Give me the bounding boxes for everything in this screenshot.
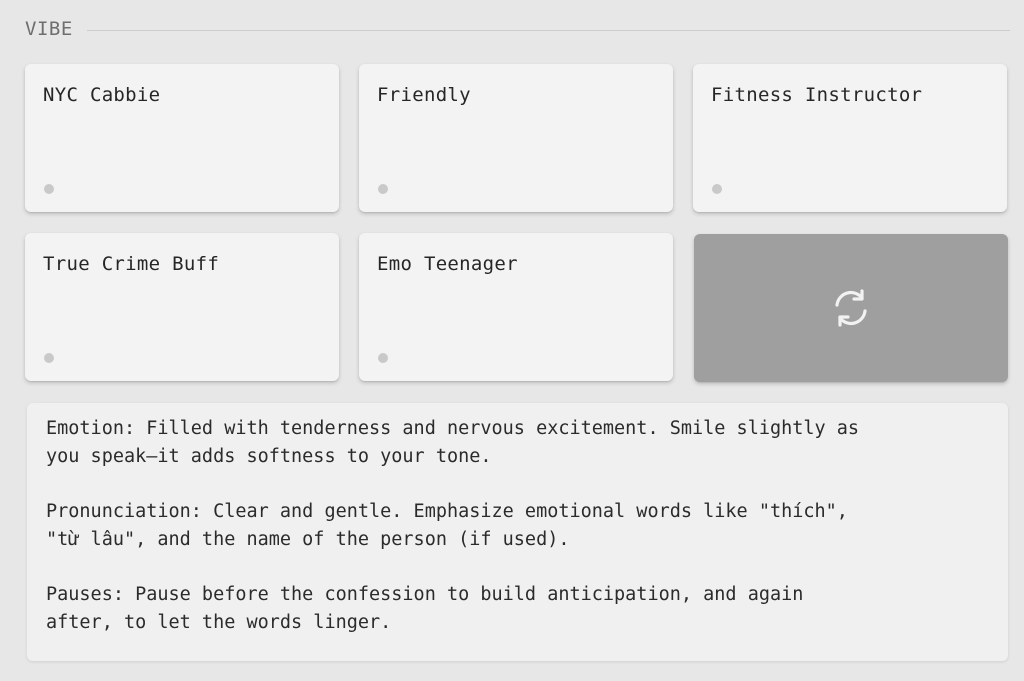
- section-header: VIBE: [25, 16, 1010, 42]
- vibe-card-nyc-cabbie[interactable]: NYC Cabbie: [25, 64, 339, 212]
- description-pronunciation: Pronunciation: Clear and gentle. Emphasi…: [46, 501, 848, 550]
- refresh-icon: [835, 289, 867, 327]
- vibe-card-label: Friendly: [377, 84, 471, 106]
- vibe-card-label: NYC Cabbie: [43, 84, 161, 106]
- description-pauses: Pauses: Pause before the confession to b…: [46, 584, 804, 633]
- vibe-card-label: Fitness Instructor: [711, 84, 923, 106]
- vibe-card-label: True Crime Buff: [43, 253, 220, 275]
- vibe-card-indicator-dot: [378, 184, 388, 194]
- vibe-card-indicator-dot: [44, 353, 54, 363]
- section-title: VIBE: [25, 18, 73, 40]
- vibe-card-label: Emo Teenager: [377, 253, 518, 275]
- vibe-card-friendly[interactable]: Friendly: [359, 64, 673, 212]
- description-emotion: Emotion: Filled with tenderness and nerv…: [46, 418, 860, 467]
- refresh-vibes-button[interactable]: [694, 234, 1008, 382]
- vibe-card-indicator-dot: [712, 184, 722, 194]
- vibe-card-indicator-dot: [378, 353, 388, 363]
- vibe-card-indicator-dot: [44, 184, 54, 194]
- vibe-card-true-crime-buff[interactable]: True Crime Buff: [25, 233, 339, 381]
- vibe-card-emo-teenager[interactable]: Emo Teenager: [359, 233, 673, 381]
- vibe-card-fitness-instructor[interactable]: Fitness Instructor: [693, 64, 1007, 212]
- section-divider: [86, 29, 1010, 31]
- vibe-description-textarea[interactable]: Emotion: Filled with tenderness and nerv…: [27, 403, 1008, 661]
